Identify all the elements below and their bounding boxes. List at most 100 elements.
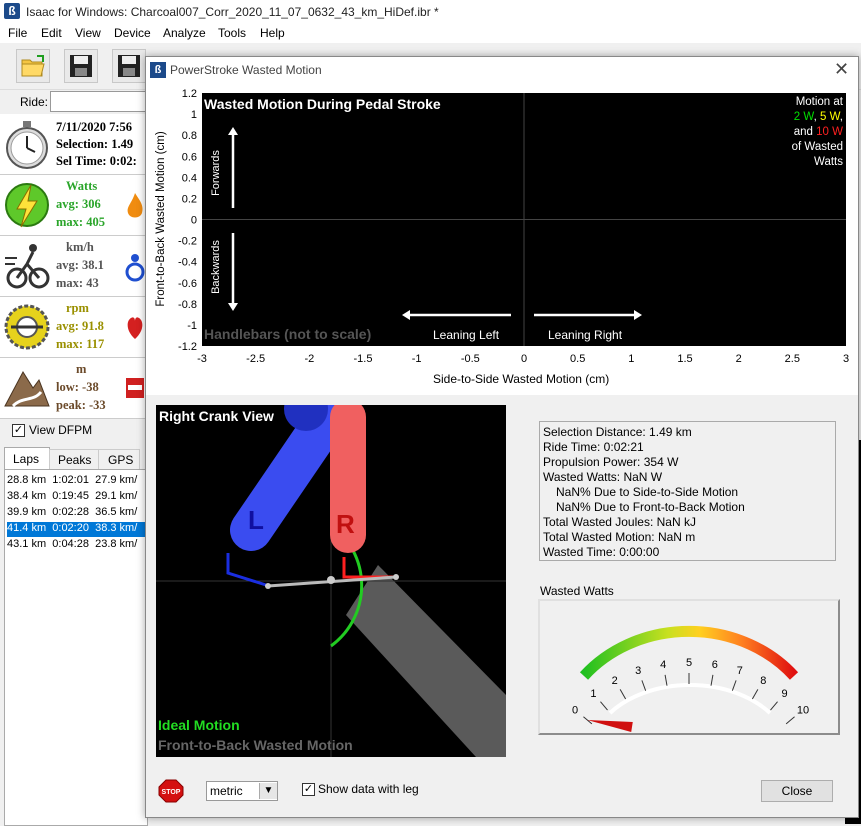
lap-time: 0:02:20 — [52, 522, 89, 534]
gauge-tick-mark — [600, 701, 608, 711]
tab-gps-label: GPS — [108, 453, 134, 467]
gauge-tick-label: 4 — [660, 659, 666, 671]
elevation-panel: m low: -38 peak: -33 — [0, 358, 148, 419]
lap-time: 1:02:01 — [52, 474, 89, 486]
y-tick-label: -0.6 — [178, 278, 197, 290]
x-tick-label: -3 — [197, 353, 207, 365]
checkmark-icon: ✓ — [12, 424, 25, 437]
stop-button[interactable]: STOP — [158, 779, 184, 806]
gauge-tick-mark — [785, 716, 795, 725]
close-button[interactable]: Close — [761, 780, 833, 802]
watts-avg: avg: 306 — [56, 197, 101, 211]
y-tick-label: -0.8 — [178, 299, 197, 311]
y-tick-label: 0.4 — [182, 172, 197, 184]
y-tick-label: 1 — [191, 109, 197, 121]
gauge-tick-label: 0 — [572, 705, 578, 717]
legend-line4: of Wasted — [791, 141, 843, 153]
chevron-down-icon[interactable]: ▼ — [259, 783, 277, 799]
gauge-tick-label: 1 — [590, 688, 596, 700]
cadence-avg: avg: 91.8 — [56, 319, 104, 333]
x-tick-label: 1.5 — [677, 353, 692, 365]
watts-panel: Watts avg: 306 max: 405 — [0, 175, 148, 236]
save-button[interactable] — [64, 49, 98, 83]
save-as-button[interactable] — [112, 49, 146, 83]
units-select[interactable]: metric ▼ — [206, 781, 278, 801]
x-tick-label: 3 — [843, 353, 849, 365]
y-tick-label: 1.2 — [182, 88, 197, 100]
lap-distance: 43.1 km — [7, 538, 47, 550]
lap-distance: 41.4 km — [7, 522, 47, 534]
list-item[interactable]: 43.1 km 0:04:28 23.8 km/ — [7, 538, 147, 553]
legend-comma: , — [813, 111, 817, 123]
powerstroke-dialog: ß PowerStroke Wasted Motion ✕ 1.2 1 0.8 0.6… — [145, 56, 859, 818]
x-tick-label: 0.5 — [570, 353, 585, 365]
right-crank-view: Right Crank View L R Ideal Motion Front-… — [156, 405, 506, 757]
backwards-label: Backwards — [210, 240, 222, 294]
wasted-watts-gauge: 0 1 2 3 4 5 6 7 8 9 10 — [538, 599, 840, 735]
list-item[interactable]: 38.4 km 0:19:45 29.1 km/ — [7, 490, 147, 505]
plot-svg: 1.210.80.60.40.20-0.2-0.4-0.6-0.8-1-1.2-… — [178, 88, 849, 365]
y-axis-label: Front-to-Back Wasted Motion (cm) — [155, 131, 167, 307]
tab-peaks[interactable]: Peaks — [49, 449, 99, 471]
right-pedal — [393, 574, 399, 580]
menu-view[interactable]: View — [75, 26, 101, 40]
speed-panel: km/h avg: 38.1 max: 43 — [0, 236, 148, 297]
elevation-low: low: -38 — [56, 380, 99, 394]
gauge-tick-label: 10 — [797, 705, 809, 717]
tab-gps[interactable]: GPS — [98, 449, 140, 471]
ride-input[interactable] — [50, 91, 152, 112]
summary-sel-time: Sel Time: 0:02: — [56, 154, 137, 168]
gauge-tick-label: 8 — [760, 675, 766, 687]
wasted-motion-plot: 1.2 1 0.8 0.6 0.4 0.2 0 -0.2 -0.4 -0.6 -0.8 -1 -1.2-… — [146, 83, 858, 395]
laps-list: 28.8 km 1:02:01 27.9 km/ 38.4 km 0:19:45… — [4, 469, 148, 826]
gauge-label: Wasted Watts — [540, 584, 614, 598]
gauge-tick-label: 5 — [686, 657, 692, 669]
chainring-icon — [4, 304, 50, 350]
handlebars-label: Handlebars (not to scale) — [204, 326, 372, 342]
list-item[interactable]: 28.8 km 1:02:01 27.9 km/ — [7, 474, 147, 489]
leaning-right-label: Leaning Right — [548, 328, 623, 342]
list-item-selected[interactable]: 41.4 km 0:02:20 38.3 km/ — [7, 522, 147, 537]
lap-speed: 29.1 km/ — [95, 490, 138, 502]
list-item[interactable]: 39.9 km 0:02:28 36.5 km/ — [7, 506, 147, 521]
gauge-tick-mark — [751, 689, 759, 700]
lap-speed: 23.8 km/ — [95, 538, 138, 550]
y-tick-label: 0.2 — [182, 193, 197, 205]
menu-file[interactable]: File — [8, 26, 27, 40]
cadence-label: rpm — [66, 301, 89, 315]
left-leg-label: L — [248, 505, 264, 535]
menu-tools[interactable]: Tools — [218, 26, 246, 40]
side-to-side-percent: NaN% Due to Side-to-Side Motion — [556, 485, 739, 499]
summary-selection: Selection: 1.49 — [56, 137, 134, 151]
wasted-motion-band — [346, 565, 506, 757]
menu-edit[interactable]: Edit — [41, 26, 62, 40]
x-tick-label: -1 — [412, 353, 422, 365]
x-tick-label: -1.5 — [354, 353, 373, 365]
menu-help[interactable]: Help — [260, 26, 285, 40]
ride-selector: Ride: — [0, 89, 152, 114]
dialog-title: PowerStroke Wasted Motion — [170, 63, 322, 77]
menu-analyze[interactable]: Analyze — [163, 26, 206, 40]
ride-label: Ride: — [20, 95, 49, 109]
menu-device[interactable]: Device — [114, 26, 151, 40]
x-tick-label: 1 — [628, 353, 634, 365]
lap-speed: 36.5 km/ — [95, 506, 138, 518]
gauge-tick-label: 9 — [782, 688, 788, 700]
lap-distance: 39.9 km — [7, 506, 47, 518]
crank-svg — [156, 405, 506, 757]
gauge-tick-mark — [731, 680, 737, 691]
gauge-tick-label: 3 — [635, 665, 641, 677]
close-icon[interactable]: ✕ — [834, 59, 849, 80]
blue-cyclist-icon — [125, 254, 145, 282]
tab-laps[interactable]: Laps — [4, 447, 50, 470]
cadence-max: max: 117 — [56, 337, 105, 351]
stopwatch-icon — [6, 121, 48, 169]
folder-icon — [21, 55, 45, 77]
gauge-tick-label: 2 — [612, 675, 618, 687]
gauge-tick-mark — [770, 701, 778, 711]
open-folder-button[interactable] — [16, 49, 50, 83]
lap-speed: 27.9 km/ — [95, 474, 138, 486]
legend-line3: and 10 W — [792, 125, 843, 140]
left-pedal — [265, 583, 271, 589]
stop-text: STOP — [162, 789, 181, 796]
